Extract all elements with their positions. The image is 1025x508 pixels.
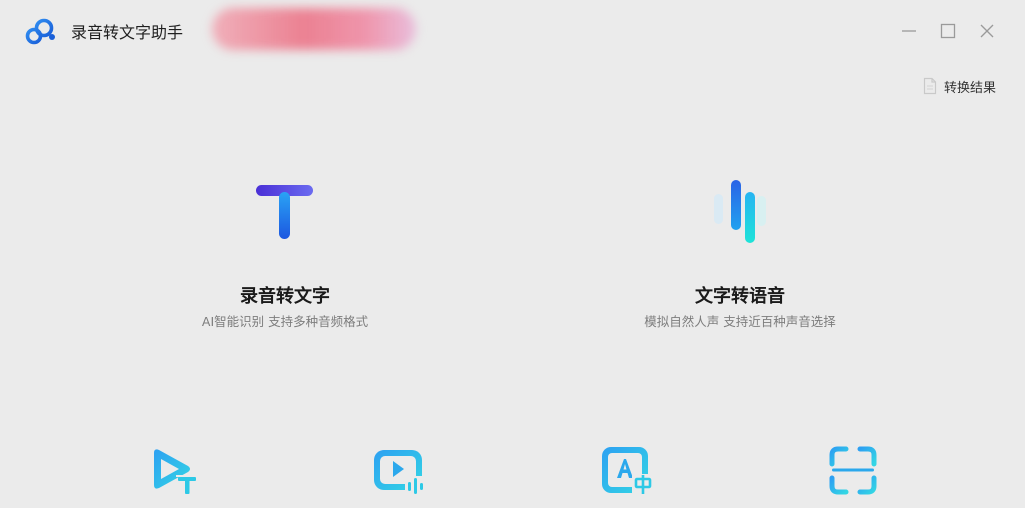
feature-title-speech-to-text: 录音转文字 <box>240 286 330 307</box>
minimize-icon[interactable] <box>895 17 923 45</box>
feature-card-text-to-speech[interactable]: 文字转语音 模拟自然人声 支持近百种声音选择 <box>590 170 890 340</box>
scan-icon[interactable] <box>826 444 882 500</box>
app-title: 录音转文字助手 <box>71 23 184 42</box>
feature-subtitle-text-to-speech: 模拟自然人声 支持近百种声音选择 <box>644 314 836 329</box>
translate-a-zh-icon[interactable] <box>598 444 654 500</box>
sound-wave-icon <box>700 170 780 250</box>
video-to-text-icon[interactable] <box>146 444 202 500</box>
app-window: 录音转文字助手 转换结果 录音转文字 AI智能识别 支持多种音频格式 文字转语音… <box>0 0 1025 508</box>
conversion-results-link[interactable]: 转换结果 <box>923 76 996 96</box>
feature-title-text-to-speech: 文字转语音 <box>695 286 785 307</box>
conversion-results-label: 转换结果 <box>944 80 997 96</box>
feature-subtitle-speech-to-text: AI智能识别 支持多种音频格式 <box>201 314 369 329</box>
close-icon[interactable] <box>973 17 1001 45</box>
document-icon <box>923 77 937 95</box>
feature-card-speech-to-text[interactable]: 录音转文字 AI智能识别 支持多种音频格式 <box>135 170 435 340</box>
text-t-icon <box>245 170 325 250</box>
video-audio-icon[interactable] <box>371 444 427 500</box>
blurred-banner[interactable] <box>212 8 416 50</box>
cloud-logo-icon <box>24 16 58 48</box>
maximize-icon[interactable] <box>934 17 962 45</box>
